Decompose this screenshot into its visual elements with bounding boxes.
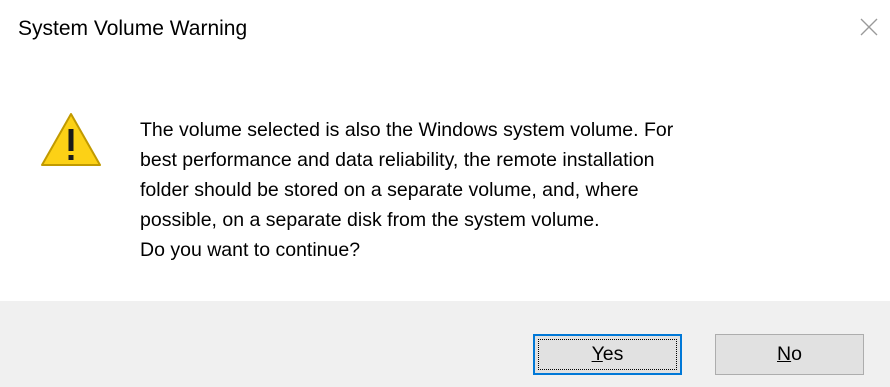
close-button[interactable]	[852, 10, 886, 44]
close-icon	[860, 18, 878, 36]
dialog-body: The volume selected is also the Windows …	[0, 60, 890, 280]
message-line: best performance and data reliability, t…	[140, 149, 655, 171]
dialog-title: System Volume Warning	[18, 17, 248, 40]
warning-triangle-icon	[41, 113, 101, 166]
system-volume-warning-dialog: System Volume Warning The volume selecte…	[0, 0, 890, 387]
title-bar: System Volume Warning	[0, 0, 890, 60]
button-bar: Yes No	[0, 301, 890, 387]
yes-button[interactable]: Yes	[533, 334, 682, 375]
no-label-rest: o	[791, 343, 802, 365]
message-question: Do you want to continue?	[140, 239, 361, 261]
no-mnemonic: N	[777, 343, 792, 365]
no-button-label: No	[777, 343, 802, 366]
message-line: folder should be stored on a separate vo…	[140, 179, 639, 201]
no-button[interactable]: No	[715, 334, 864, 375]
message-line: possible, on a separate disk from the sy…	[140, 209, 600, 231]
yes-button-label: Yes	[592, 343, 624, 366]
yes-label-rest: es	[602, 343, 624, 365]
yes-mnemonic: Y	[591, 343, 603, 365]
warning-message: The volume selected is also the Windows …	[140, 115, 860, 265]
message-line: The volume selected is also the Windows …	[140, 119, 674, 141]
